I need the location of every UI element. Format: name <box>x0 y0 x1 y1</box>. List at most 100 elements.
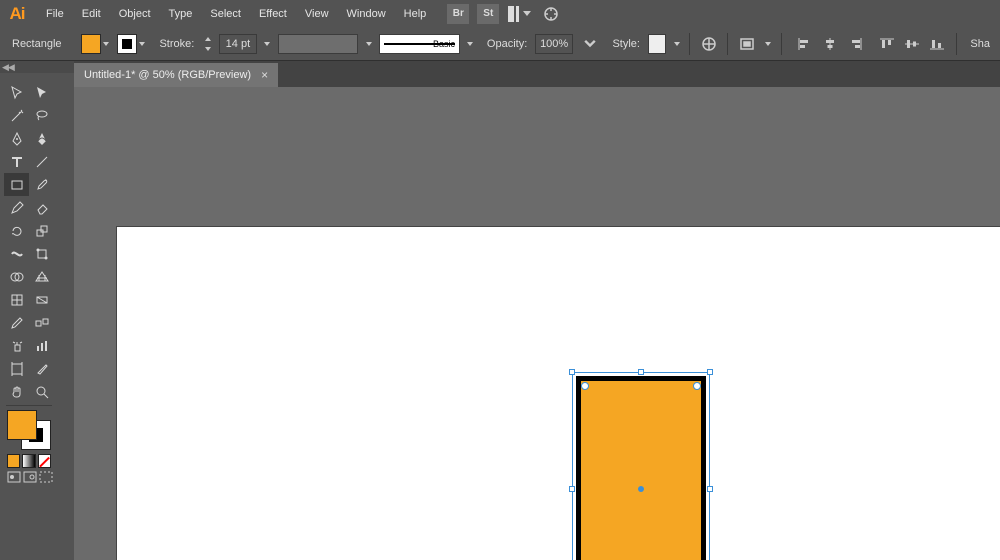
artboard[interactable] <box>117 227 1000 560</box>
menu-edit[interactable]: Edit <box>73 0 110 27</box>
stroke-weight-stepper[interactable] <box>202 34 213 54</box>
layout-arrange-button[interactable] <box>507 3 531 25</box>
lasso-tool[interactable] <box>29 104 54 127</box>
shape-builder-tool[interactable] <box>4 265 29 288</box>
eyedropper-tool[interactable] <box>4 311 29 334</box>
fill-stroke-control[interactable] <box>7 410 51 450</box>
fill-swatch <box>81 34 101 54</box>
selection-tool[interactable] <box>4 81 29 104</box>
opacity-field[interactable]: 100% <box>535 34 573 54</box>
eraser-tool[interactable] <box>29 196 54 219</box>
type-tool[interactable] <box>4 150 29 173</box>
color-mode-gradient[interactable] <box>22 454 35 468</box>
variable-width-profile-dropdown[interactable] <box>278 34 359 54</box>
line-segment-tool[interactable] <box>29 150 54 173</box>
selected-rectangle-object[interactable] <box>572 372 710 560</box>
style-label: Style: <box>612 38 640 50</box>
resize-handle-top-left[interactable] <box>569 369 575 375</box>
center-point-icon[interactable] <box>638 486 644 492</box>
menu-effect[interactable]: Effect <box>250 0 296 27</box>
align-vertical-group <box>876 34 948 54</box>
free-transform-tool[interactable] <box>29 242 54 265</box>
artboard-tool[interactable] <box>4 357 29 380</box>
live-corner-widget[interactable] <box>693 382 701 390</box>
align-to-button[interactable] <box>736 33 757 55</box>
curvature-tool[interactable] <box>29 127 54 150</box>
scale-tool[interactable] <box>29 219 54 242</box>
width-tool[interactable] <box>4 242 29 265</box>
graphic-style-swatch[interactable] <box>648 34 666 54</box>
selection-bounding-box <box>572 372 710 560</box>
menu-file[interactable]: File <box>37 0 73 27</box>
fill-swatch-dropdown[interactable] <box>81 34 111 54</box>
perspective-grid-tool[interactable] <box>29 265 54 288</box>
recolor-button[interactable] <box>698 33 719 55</box>
menu-object[interactable]: Object <box>110 0 160 27</box>
align-bottom-button[interactable] <box>926 34 948 54</box>
stroke-swatch-dropdown[interactable] <box>117 34 147 54</box>
chevron-down-icon <box>764 34 773 54</box>
menu-select[interactable]: Select <box>201 0 250 27</box>
panel-collapse-handle[interactable]: ◀◀ <box>0 61 74 73</box>
rectangle-tool[interactable] <box>4 173 29 196</box>
chevron-down-icon <box>466 34 475 54</box>
blend-tool[interactable] <box>29 311 54 334</box>
separator <box>6 405 52 406</box>
resize-handle-top-right[interactable] <box>707 369 713 375</box>
paintbrush-tool[interactable] <box>29 173 54 196</box>
pencil-tool[interactable] <box>4 196 29 219</box>
magic-wand-tool[interactable] <box>4 104 29 127</box>
align-right-button[interactable] <box>844 34 866 54</box>
collapse-icon: ◀◀ <box>2 62 14 73</box>
brush-name: Basic <box>433 39 455 49</box>
draw-behind-button[interactable] <box>23 470 37 484</box>
document-tab[interactable]: Untitled-1* @ 50% (RGB/Preview) × <box>74 63 278 87</box>
canvas-area[interactable] <box>74 87 1000 560</box>
brush-definition-dropdown[interactable]: Basic <box>379 34 460 54</box>
stroke-weight-field[interactable]: 14 pt <box>219 34 257 54</box>
column-graph-tool[interactable] <box>29 334 54 357</box>
color-wheel-icon <box>701 36 717 52</box>
close-icon[interactable]: × <box>261 68 268 82</box>
stock-button[interactable]: St <box>477 4 499 24</box>
separator <box>689 33 690 55</box>
mesh-tool[interactable] <box>4 288 29 311</box>
chevron-down-icon <box>364 34 373 54</box>
align-top-button[interactable] <box>876 34 898 54</box>
rotate-tool[interactable] <box>4 219 29 242</box>
resize-handle-mid-left[interactable] <box>569 486 575 492</box>
stroke-label: Stroke: <box>159 38 194 50</box>
fill-color-box[interactable] <box>7 410 37 440</box>
opacity-dropdown[interactable] <box>579 33 600 55</box>
draw-normal-button[interactable] <box>7 470 21 484</box>
menu-window[interactable]: Window <box>338 0 395 27</box>
align-left-button[interactable] <box>794 34 816 54</box>
resize-handle-mid-right[interactable] <box>707 486 713 492</box>
live-corner-widget[interactable] <box>581 382 589 390</box>
pen-tool[interactable] <box>4 127 29 150</box>
direct-selection-tool[interactable] <box>29 81 54 104</box>
symbol-sprayer-tool[interactable] <box>4 334 29 357</box>
document-tab-strip: Untitled-1* @ 50% (RGB/Preview) × <box>0 61 1000 87</box>
align-hcenter-button[interactable] <box>819 34 841 54</box>
stroke-weight-dropdown[interactable] <box>263 34 272 54</box>
chevron-down-icon <box>523 11 531 16</box>
menu-type[interactable]: Type <box>160 0 202 27</box>
align-vcenter-button[interactable] <box>901 34 923 54</box>
gradient-tool[interactable] <box>29 288 54 311</box>
chevron-down-icon <box>137 34 147 54</box>
gpu-preview-button[interactable] <box>539 3 563 25</box>
draw-inside-button[interactable] <box>39 470 53 484</box>
slice-tool[interactable] <box>29 357 54 380</box>
gpu-icon <box>543 6 559 22</box>
color-mode-none[interactable] <box>38 454 51 468</box>
separator <box>956 33 957 55</box>
menu-view[interactable]: View <box>296 0 338 27</box>
color-mode-solid[interactable] <box>7 454 20 468</box>
bridge-button[interactable]: Br <box>447 4 469 24</box>
menu-help[interactable]: Help <box>395 0 436 27</box>
resize-handle-top-mid[interactable] <box>638 369 644 375</box>
hand-tool[interactable] <box>4 380 29 403</box>
document-tab-title: Untitled-1* @ 50% (RGB/Preview) <box>84 69 251 81</box>
zoom-tool[interactable] <box>29 380 54 403</box>
